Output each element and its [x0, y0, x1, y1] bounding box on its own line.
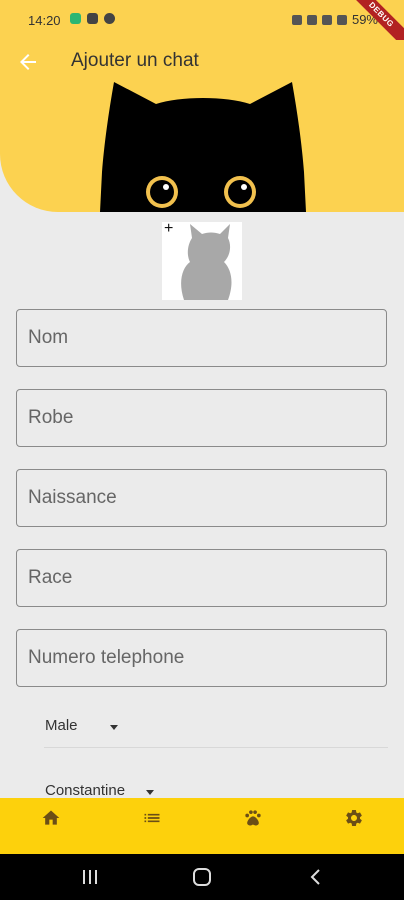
alarm-icon — [291, 14, 302, 25]
gear-icon — [345, 810, 362, 826]
back-button-icon[interactable] — [306, 867, 326, 887]
cat-silhouette-icon — [181, 224, 232, 300]
ville-caret-icon — [146, 790, 154, 795]
ville-dropdown-value: Constantine — [45, 782, 126, 799]
app-bar: Ajouter un chat — [0, 40, 404, 212]
race-input[interactable] — [17, 550, 386, 606]
page-title: Ajouter un chat — [71, 50, 199, 71]
add-photo-symbol: + — [164, 220, 174, 237]
status-right: 59% — [291, 12, 378, 27]
home-button-icon[interactable] — [192, 867, 212, 887]
notification-icons — [70, 13, 115, 24]
app-notification-icon — [70, 13, 81, 24]
robe-field[interactable] — [16, 389, 387, 447]
list-icon — [144, 813, 159, 823]
home-icon — [42, 810, 59, 825]
signal-icon — [336, 14, 347, 25]
race-field[interactable] — [16, 549, 387, 607]
recent-apps-icon[interactable] — [80, 867, 100, 887]
cat-photo-picker[interactable]: + — [162, 220, 242, 300]
naissance-field[interactable] — [16, 469, 387, 527]
wifi-icon — [321, 14, 332, 25]
sexe-caret-icon — [110, 725, 118, 730]
sexe-dropdown[interactable]: Male — [44, 711, 388, 748]
nom-input[interactable] — [17, 310, 386, 366]
robe-input[interactable] — [17, 390, 386, 446]
nav-tab-pets[interactable] — [202, 798, 303, 854]
nav-tab-settings[interactable] — [303, 798, 404, 854]
sexe-dropdown-value: Male — [45, 717, 78, 734]
arrow-back-icon[interactable] — [16, 50, 40, 74]
paw-icon — [244, 810, 261, 826]
status-bar: 14:20 59% DEBUG — [0, 0, 404, 52]
telephone-input[interactable] — [17, 630, 386, 686]
status-time: 14:20 — [28, 13, 61, 28]
sync-notification-icon — [104, 13, 115, 24]
system-navigation-bar — [0, 854, 404, 900]
nom-field[interactable] — [16, 309, 387, 367]
telephone-field[interactable] — [16, 629, 387, 687]
nav-tab-list[interactable] — [101, 798, 202, 854]
naissance-input[interactable] — [17, 470, 386, 526]
nav-tab-home[interactable] — [0, 798, 101, 854]
mute-icon — [306, 14, 317, 25]
bottom-navigation — [0, 798, 404, 854]
gallery-notification-icon — [87, 13, 98, 24]
cat-peeking-illustration — [100, 82, 306, 212]
